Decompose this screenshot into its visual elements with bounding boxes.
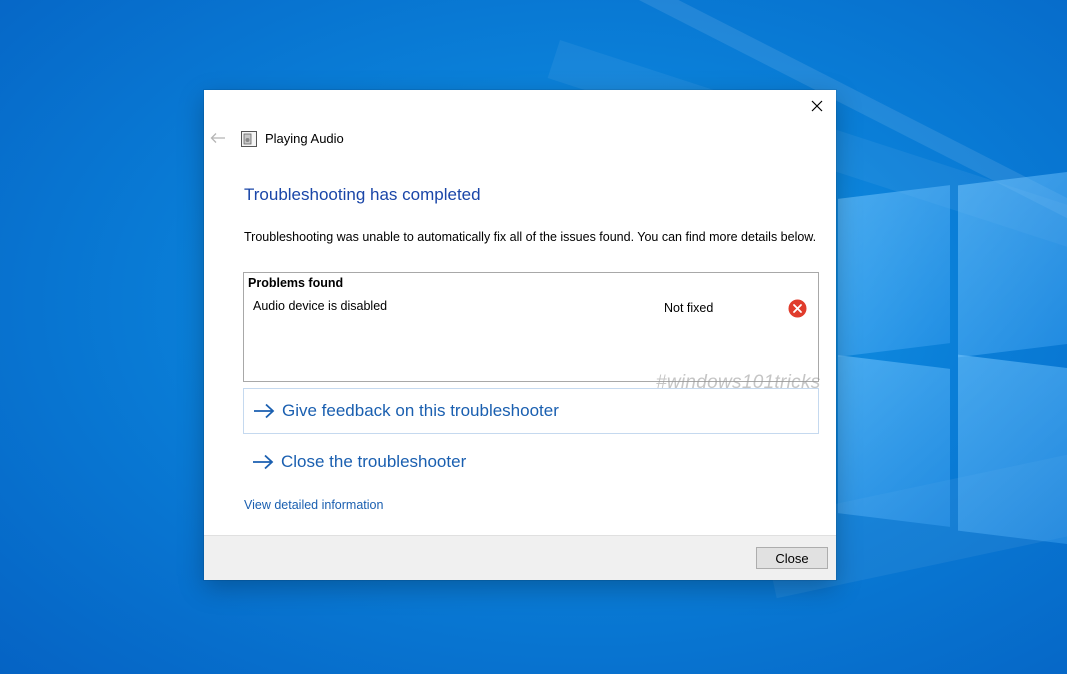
windows-logo-pane — [838, 185, 950, 357]
problem-name[interactable]: Audio device is disabled — [253, 299, 387, 313]
windows-logo-pane — [958, 354, 1067, 546]
close-icon[interactable] — [802, 94, 832, 118]
problems-header: Problems found — [248, 276, 344, 290]
dialog-footer: Close — [204, 535, 836, 580]
windows-logo-pane — [838, 355, 950, 527]
close-troubleshooter-link[interactable]: Close the troubleshooter — [243, 440, 817, 484]
page-title: Troubleshooting has completed — [244, 185, 481, 204]
close-troubleshooter-label: Close the troubleshooter — [281, 452, 467, 471]
problem-status: Not fixed — [664, 301, 714, 315]
description-text: Troubleshooting was unable to automatica… — [244, 230, 817, 244]
give-feedback-link[interactable]: Give feedback on this troubleshooter — [243, 388, 819, 434]
troubleshooter-dialog: Playing Audio Troubleshooting has comple… — [204, 90, 836, 580]
problems-list: Problems found Audio device is disabled … — [243, 272, 819, 382]
arrow-right-icon — [253, 454, 274, 470]
close-button[interactable]: Close — [756, 547, 828, 569]
error-icon — [788, 299, 807, 318]
give-feedback-label: Give feedback on this troubleshooter — [282, 401, 559, 420]
windows-logo-pane — [958, 170, 1067, 358]
audio-troubleshooter-icon — [241, 131, 257, 147]
view-details-link[interactable]: View detailed information — [244, 498, 383, 512]
arrow-right-icon — [254, 403, 275, 419]
back-arrow-icon[interactable] — [208, 128, 228, 148]
app-title: Playing Audio — [265, 131, 344, 146]
